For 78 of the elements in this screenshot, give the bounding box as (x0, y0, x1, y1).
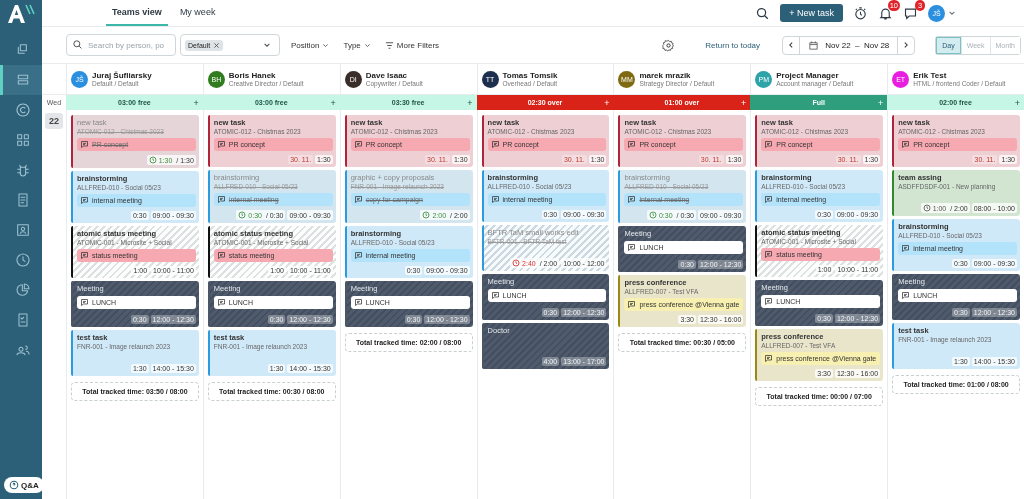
comment-icon (80, 251, 89, 260)
type-filter[interactable]: Type (340, 40, 374, 50)
caret-icon (322, 41, 330, 49)
caret-icon (363, 41, 371, 49)
comment-icon (764, 297, 774, 306)
clock-icon (238, 211, 247, 219)
more-filters-button[interactable]: More Filters (381, 40, 443, 50)
comment-icon (764, 354, 774, 363)
clock-icon (148, 156, 157, 164)
comment-icon (353, 251, 363, 260)
comment-icon (80, 196, 89, 205)
grid-icon (14, 132, 31, 148)
comment-icon (764, 195, 774, 204)
caret-icon[interactable] (948, 9, 956, 17)
comment-icon (216, 195, 226, 204)
person-name: Erik Test (913, 71, 948, 80)
close-icon[interactable] (213, 41, 221, 49)
clock-icon (648, 211, 657, 219)
add-button[interactable]: + (604, 97, 610, 108)
bug-icon (14, 162, 31, 178)
comment-icon (490, 140, 500, 149)
comment-icon (80, 140, 89, 149)
sidebar-item[interactable] (0, 65, 42, 95)
coin-icon (14, 102, 31, 118)
person-name: Dave Isaac (365, 71, 409, 80)
caret-icon (263, 41, 271, 49)
view-tab[interactable]: Teams view (106, 0, 168, 26)
comment-icon (80, 298, 89, 307)
help-icon (9, 480, 19, 490)
comment-icon (627, 140, 637, 149)
search-field[interactable]: Search by person, po (66, 34, 176, 56)
chevron-right-icon (902, 41, 911, 49)
view-tab[interactable]: My week (173, 0, 222, 26)
comment-icon (901, 244, 911, 253)
person-icon (14, 222, 31, 238)
person-name: Boris Hanek (228, 71, 277, 80)
comment-icon (353, 298, 363, 307)
add-button[interactable]: + (467, 97, 473, 108)
new-task-button[interactable]: + New task (780, 4, 843, 22)
comment-icon (627, 195, 637, 204)
comment-icon (627, 300, 637, 309)
position-filter[interactable]: Position (288, 40, 333, 50)
add-button[interactable]: + (1014, 97, 1020, 108)
filter-icon (384, 40, 394, 50)
stopwatch-icon[interactable] (853, 5, 868, 21)
logo-icon (6, 3, 36, 25)
search-icon[interactable] (755, 5, 771, 21)
return-to-today-button[interactable]: Return to today (699, 39, 767, 51)
comment-icon (216, 251, 226, 260)
clock-icon (422, 211, 431, 219)
person-name: Project Manager (776, 71, 840, 80)
people-icon (14, 342, 31, 358)
add-button[interactable]: + (193, 97, 199, 108)
comment-icon (353, 140, 363, 149)
settings-icon[interactable] (662, 38, 676, 52)
calendar-icon (808, 39, 820, 51)
comment-icon (216, 298, 226, 307)
date-label: 22 (45, 113, 63, 129)
pie-icon (14, 282, 31, 298)
comment-icon (901, 291, 911, 300)
person-name: Juraj Šufliarsky (92, 71, 152, 80)
help-button[interactable]: Q&A (4, 477, 44, 493)
comment-icon (353, 195, 363, 204)
add-button[interactable]: + (330, 97, 336, 108)
comment-icon (764, 250, 774, 259)
comment-icon (901, 140, 911, 149)
clock-icon (512, 259, 521, 267)
clock-icon (14, 252, 31, 268)
comment-icon (490, 195, 500, 204)
add-button[interactable]: + (741, 97, 747, 108)
comment-icon (490, 291, 500, 300)
comment-icon (627, 243, 637, 252)
clock-icon (922, 204, 931, 212)
comment-icon (764, 140, 774, 149)
person-name: marek mrazik (639, 71, 692, 80)
comment-icon (216, 140, 226, 149)
chat-icon[interactable] (903, 5, 918, 21)
person-name: Tomas Tomsik (502, 71, 558, 80)
